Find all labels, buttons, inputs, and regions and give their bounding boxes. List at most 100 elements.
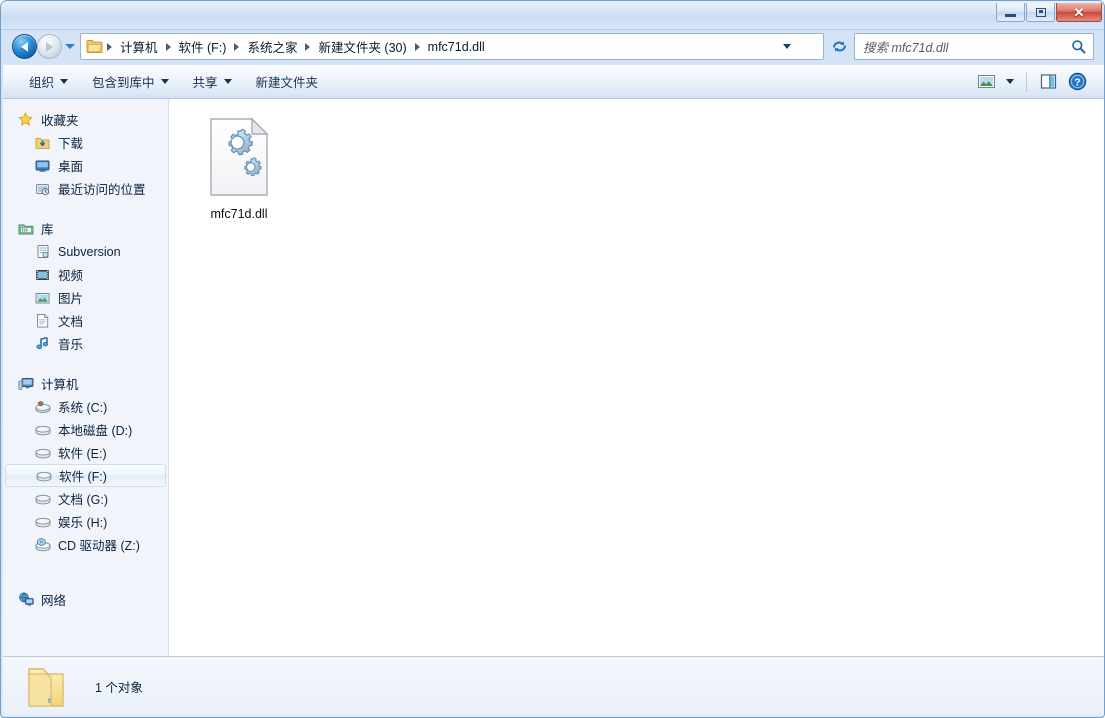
chevron-down-icon <box>161 79 169 84</box>
new-folder-button[interactable]: 新建文件夹 <box>246 69 329 95</box>
body-area: 收藏夹 下载 <box>3 99 1104 656</box>
sidebar-item-recent-places[interactable]: 最近访问的位置 <box>3 177 168 200</box>
chevron-down-icon <box>1006 79 1014 84</box>
breadcrumb-item-3[interactable]: 新建文件夹 (30) <box>314 35 410 58</box>
sidebar-label: 网络 <box>41 590 66 609</box>
sidebar-item-network[interactable]: 网络 <box>3 588 168 611</box>
refresh-button[interactable] <box>827 34 851 59</box>
preview-pane-icon <box>1039 73 1058 90</box>
sidebar-item-libraries[interactable]: 库 <box>3 217 168 240</box>
close-button[interactable]: ✕ <box>1056 3 1102 22</box>
library-icon <box>17 222 34 236</box>
sidebar-item-pictures[interactable]: 图片 <box>3 286 168 309</box>
refresh-icon <box>831 38 848 55</box>
organize-label: 组织 <box>29 72 54 91</box>
nav-group-computer: 计算机 <box>3 372 168 556</box>
restore-button[interactable] <box>1026 3 1055 22</box>
sidebar-item-drive-h[interactable]: 娱乐 (H:) <box>3 510 168 533</box>
toolbar-right-group: ? <box>972 69 1104 95</box>
sidebar-label: 文档 <box>58 311 83 330</box>
address-dropdown-button[interactable] <box>777 34 797 59</box>
nav-group-favorites: 收藏夹 下载 <box>3 108 168 200</box>
toolbar: 组织 包含到库中 共享 新建文件夹 <box>3 65 1104 99</box>
address-bar[interactable]: 计算机 软件 (F:) 系统之家 新建文件夹 (30) mfc71d.dll <box>80 33 824 60</box>
search-box[interactable]: 搜索 mfc71d.dll <box>854 33 1094 60</box>
toolbar-separator <box>1026 72 1027 92</box>
sidebar-label: 软件 (E:) <box>58 443 107 462</box>
chevron-down-icon <box>224 79 232 84</box>
search-icon <box>1071 39 1086 54</box>
system-drive-icon <box>34 400 51 414</box>
documents-icon <box>34 313 51 328</box>
sidebar-label: 下载 <box>58 133 83 152</box>
help-button[interactable]: ? <box>1063 69 1092 95</box>
breadcrumb-item-0[interactable]: 计算机 <box>116 35 162 58</box>
view-mode-dropdown[interactable] <box>1001 69 1019 95</box>
preview-pane-button[interactable] <box>1034 69 1063 95</box>
sidebar-item-subversion[interactable]: Subversion <box>3 240 168 263</box>
file-item[interactable]: mfc71d.dll <box>191 111 287 222</box>
sidebar-item-desktop[interactable]: 桌面 <box>3 154 168 177</box>
sidebar-item-computer[interactable]: 计算机 <box>3 372 168 395</box>
sidebar-label: CD 驱动器 (Z:) <box>58 535 140 554</box>
drive-icon <box>34 493 51 505</box>
subversion-icon <box>34 244 51 259</box>
breadcrumb-item-4[interactable]: mfc71d.dll <box>424 38 489 56</box>
back-button[interactable] <box>12 34 37 59</box>
sidebar-item-drive-d[interactable]: 本地磁盘 (D:) <box>3 418 168 441</box>
sidebar-label: 收藏夹 <box>41 110 79 129</box>
file-list-pane[interactable]: mfc71d.dll <box>169 99 1104 656</box>
breadcrumb-separator-icon <box>234 43 239 51</box>
navigation-pane[interactable]: 收藏夹 下载 <box>3 99 169 656</box>
chevron-down-icon <box>783 44 791 49</box>
sidebar-item-downloads[interactable]: 下载 <box>3 131 168 154</box>
sidebar-item-drive-g[interactable]: 文档 (G:) <box>3 487 168 510</box>
sidebar-item-music[interactable]: 音乐 <box>3 332 168 355</box>
sidebar-item-drive-c[interactable]: 系统 (C:) <box>3 395 168 418</box>
arrow-left-icon <box>21 42 28 52</box>
sidebar-item-drive-f[interactable]: 软件 (F:) <box>5 464 166 487</box>
sidebar-label: 最近访问的位置 <box>58 179 146 198</box>
sidebar-label: 库 <box>41 219 54 238</box>
minimize-button[interactable] <box>996 3 1025 22</box>
sidebar-label: 本地磁盘 (D:) <box>58 420 132 439</box>
sidebar-item-documents[interactable]: 文档 <box>3 309 168 332</box>
forward-button[interactable] <box>37 34 62 59</box>
drive-icon <box>35 470 52 482</box>
svg-text:?: ? <box>1074 77 1080 89</box>
sidebar-item-cd-drive-z[interactable]: CD 驱动器 (Z:) <box>3 533 168 556</box>
search-input[interactable]: 搜索 mfc71d.dll <box>863 37 1071 56</box>
status-text: 1 个对象 <box>95 677 143 696</box>
sidebar-label: 娱乐 (H:) <box>58 512 107 531</box>
share-button[interactable]: 共享 <box>183 69 242 95</box>
sidebar-item-drive-e[interactable]: 软件 (E:) <box>3 441 168 464</box>
recent-locations-icon[interactable] <box>65 44 75 49</box>
status-bar: 1 个对象 <box>3 656 1104 715</box>
view-mode-button[interactable] <box>972 69 1001 95</box>
sidebar-item-favorites[interactable]: 收藏夹 <box>3 108 168 131</box>
nav-group-libraries: 库 Subversion <box>3 217 168 355</box>
breadcrumb-separator-icon <box>107 43 112 51</box>
folder-icon <box>86 39 103 54</box>
breadcrumb-item-2[interactable]: 系统之家 <box>243 35 301 58</box>
network-icon <box>17 592 34 607</box>
sidebar-label: 系统 (C:) <box>58 397 107 416</box>
include-in-library-label: 包含到库中 <box>92 72 155 91</box>
sidebar-item-videos[interactable]: 视频 <box>3 263 168 286</box>
sidebar-label: 文档 (G:) <box>58 489 108 508</box>
restore-icon <box>1036 8 1046 17</box>
chevron-down-icon <box>60 79 68 84</box>
desktop-icon <box>34 159 51 173</box>
help-icon: ? <box>1068 72 1087 91</box>
new-folder-label: 新建文件夹 <box>256 72 319 91</box>
window-buttons: ✕ <box>995 3 1102 22</box>
sidebar-label: 软件 (F:) <box>59 466 107 485</box>
pictures-icon <box>34 291 51 305</box>
share-label: 共享 <box>193 72 218 91</box>
include-in-library-button[interactable]: 包含到库中 <box>82 69 179 95</box>
breadcrumb-item-1[interactable]: 软件 (F:) <box>175 35 231 58</box>
sidebar-label: 视频 <box>58 265 83 284</box>
breadcrumb-separator-icon <box>305 43 310 51</box>
nav-group-network: 网络 <box>3 588 168 611</box>
organize-button[interactable]: 组织 <box>19 69 78 95</box>
